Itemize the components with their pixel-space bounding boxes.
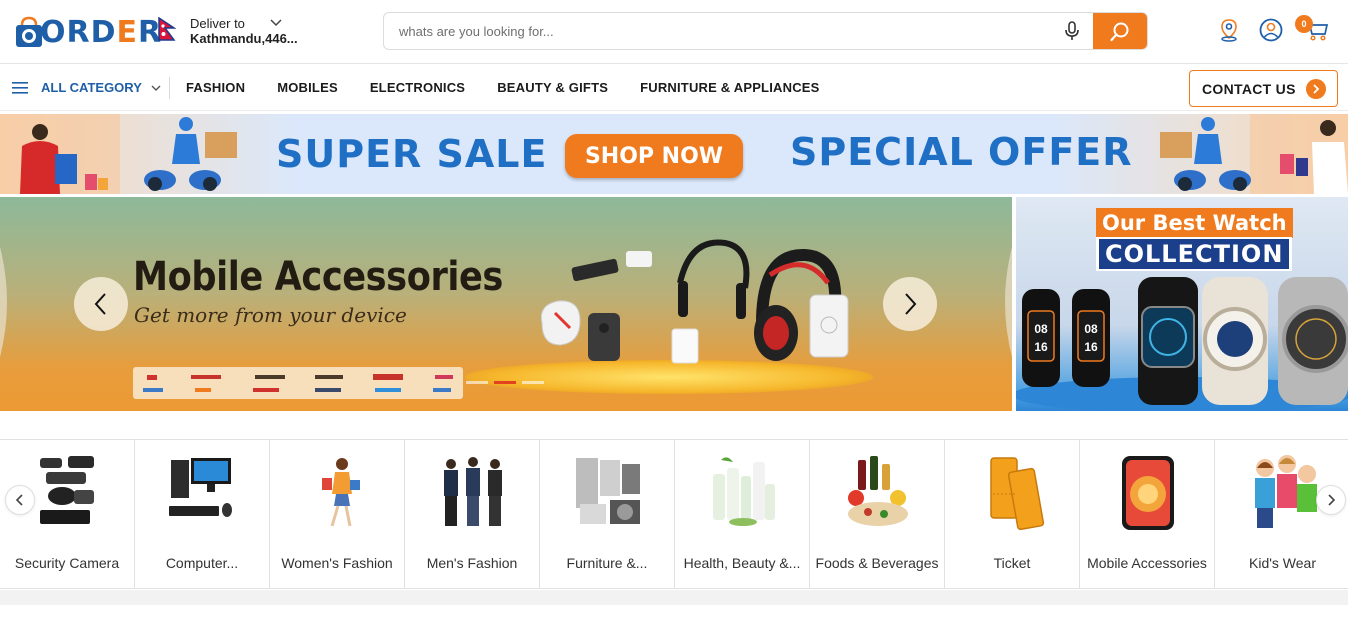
mens-fashion-icon: [444, 457, 502, 526]
delivery-scooter-illustration: [1160, 114, 1348, 194]
chevron-down-icon[interactable]: [270, 18, 282, 28]
carousel-indicators: [466, 381, 550, 384]
chevron-left-icon: [15, 494, 23, 506]
svg-text:08: 08: [1034, 322, 1048, 336]
health-beauty-icon: [713, 457, 775, 526]
chevron-right-icon: [905, 293, 917, 315]
carousel-dot[interactable]: [466, 381, 488, 384]
category-item[interactable]: Ticket: [945, 440, 1080, 589]
nav-link-furniture-appliances[interactable]: FURNITURE & APPLIANCES: [640, 80, 819, 95]
watch-collection-banner[interactable]: Our Best Watch COLLECTION 08 16 08 16: [1016, 197, 1348, 411]
search-icon: [1110, 22, 1129, 41]
all-category-menu[interactable]: ALL CATEGORY: [12, 80, 161, 95]
user-account-icon[interactable]: [1258, 17, 1284, 43]
special-offer-text: SPECIAL OFFER: [790, 130, 1133, 174]
all-category-label: ALL CATEGORY: [41, 80, 142, 95]
delivery-scooter-illustration: [0, 114, 237, 194]
top-header: ORDER Deliver to Kathmandu,446... whats …: [0, 0, 1348, 64]
hero-title: Mobile Accessories: [133, 254, 503, 300]
category-label: Computer...: [165, 555, 239, 571]
search-button[interactable]: [1093, 13, 1147, 49]
carousel-prev-button[interactable]: [74, 277, 128, 331]
carousel-edge: [0, 247, 7, 357]
chevron-left-icon: [94, 293, 106, 315]
nav-link-fashion[interactable]: FASHION: [186, 80, 245, 95]
category-item[interactable]: Mobile Accessories: [1080, 440, 1215, 589]
carousel-edge: [1005, 247, 1012, 357]
hero-subtitle: Get more from your device: [134, 303, 407, 327]
womens-fashion-icon: [322, 458, 360, 527]
foods-beverages-icon: [848, 456, 908, 526]
microphone-icon[interactable]: [1064, 21, 1080, 41]
contact-us-button[interactable]: CONTACT US: [1189, 70, 1338, 107]
ticket-icon: [990, 457, 1045, 530]
watch-banner-subtitle: COLLECTION: [1099, 239, 1290, 269]
category-label: Mobile Accessories: [1087, 555, 1207, 571]
watch-banner-subtitle-wrap: COLLECTION: [1096, 237, 1293, 271]
furniture-icon: [576, 458, 640, 524]
category-prev-button[interactable]: [5, 485, 35, 515]
watch-banner-title: Our Best Watch: [1096, 208, 1293, 238]
carousel-dot-active[interactable]: [494, 381, 516, 384]
chevron-down-icon: [151, 85, 161, 91]
kids-wear-icon: [1255, 455, 1317, 528]
cart-count-badge: 0: [1295, 15, 1313, 33]
category-label: Furniture &...: [566, 555, 648, 571]
category-label: Kid's Wear: [1249, 555, 1316, 571]
category-label: Men's Fashion: [426, 555, 518, 571]
category-carousel: Security Camera Computer... Women's Fash…: [0, 439, 1348, 589]
super-sale-banner[interactable]: SUPER SALE SHOP NOW SPECIAL OFFER: [0, 114, 1348, 194]
category-item[interactable]: Furniture &...: [540, 440, 675, 589]
security-camera-icon: [40, 456, 94, 524]
category-item[interactable]: Computer...: [135, 440, 270, 589]
category-item[interactable]: Foods & Beverages: [810, 440, 945, 589]
svg-text:16: 16: [1084, 340, 1098, 354]
nepal-flag-icon: [158, 17, 176, 41]
category-item[interactable]: Women's Fashion: [270, 440, 405, 589]
nav-link-beauty-gifts[interactable]: BEAUTY & GIFTS: [497, 80, 608, 95]
computer-icon: [169, 458, 232, 517]
super-sale-text: SUPER SALE: [276, 132, 548, 176]
logo-wordmark: ORDER: [40, 14, 163, 50]
shop-now-button[interactable]: SHOP NOW: [565, 134, 743, 178]
svg-text:16: 16: [1034, 340, 1048, 354]
brand-logos-strip: [133, 367, 463, 399]
category-label: Foods & Beverages: [815, 555, 939, 571]
chevron-right-icon: [1328, 494, 1336, 506]
carousel-next-button[interactable]: [883, 277, 937, 331]
location-pin-icon[interactable]: [1216, 17, 1242, 43]
nav-links: FASHION MOBILES ELECTRONICS BEAUTY & GIF…: [186, 80, 852, 95]
accessories-product-image: [540, 239, 849, 364]
site-logo[interactable]: ORDER: [12, 12, 162, 52]
category-label: Security Camera: [14, 555, 120, 571]
nav-link-electronics[interactable]: ELECTRONICS: [370, 80, 465, 95]
main-nav: ALL CATEGORY FASHION MOBILES ELECTRONICS…: [0, 65, 1348, 111]
search-input[interactable]: [384, 13, 1084, 49]
category-item[interactable]: Health, Beauty &...: [675, 440, 810, 589]
search-bar: [383, 12, 1148, 50]
nav-link-mobiles[interactable]: MOBILES: [277, 80, 338, 95]
category-next-button[interactable]: [1316, 485, 1346, 515]
deliver-location: Kathmandu,446...: [190, 31, 298, 46]
smartwatches-image: 08 16 08 16: [1016, 277, 1348, 411]
section-divider: [0, 590, 1348, 605]
svg-text:08: 08: [1084, 322, 1098, 336]
arrow-right-icon: [1306, 79, 1326, 99]
mobile-accessories-icon: [1122, 456, 1174, 530]
category-item[interactable]: Men's Fashion: [405, 440, 540, 589]
category-label: Health, Beauty &...: [683, 555, 801, 571]
category-label: Women's Fashion: [281, 555, 393, 571]
contact-us-label: CONTACT US: [1202, 80, 1296, 97]
shopping-bag-logo-icon: [16, 16, 42, 47]
hamburger-menu-icon: [12, 81, 28, 94]
nav-divider: [169, 77, 170, 99]
hero-carousel[interactable]: Mobile Accessories Get more from your de…: [0, 197, 1012, 411]
category-label: Ticket: [993, 555, 1031, 571]
carousel-dot[interactable]: [522, 381, 544, 384]
